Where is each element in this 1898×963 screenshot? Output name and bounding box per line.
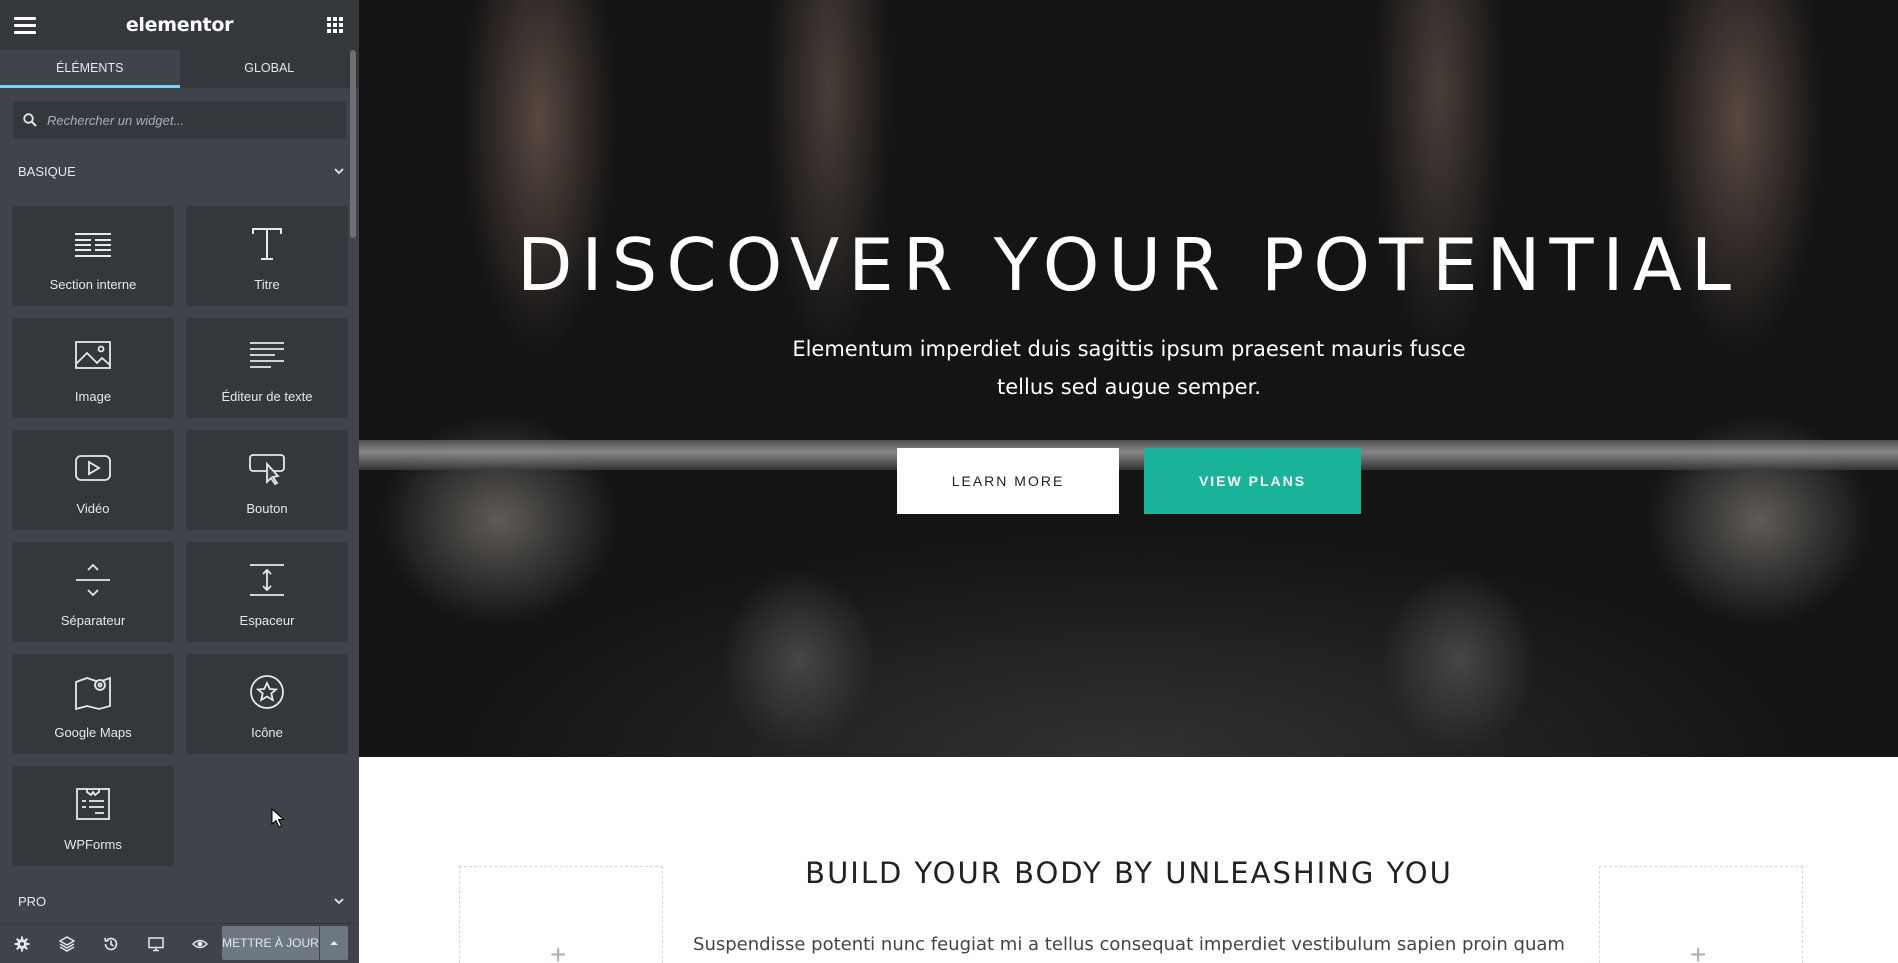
- settings-gear-icon[interactable]: [14, 936, 30, 952]
- panel-scrollbar[interactable]: [350, 50, 356, 238]
- widget-icon[interactable]: Icône: [186, 654, 348, 754]
- tab-global[interactable]: GLOBAL: [179, 50, 359, 88]
- widget-label: Espaceur: [239, 613, 295, 628]
- widget-label: Google Maps: [54, 725, 132, 740]
- map-icon: [75, 676, 111, 710]
- chevron-down-icon: [334, 168, 344, 175]
- widget-search: [13, 101, 346, 139]
- add-element-plus-icon[interactable]: +: [1690, 941, 1706, 963]
- history-icon[interactable]: [103, 936, 119, 952]
- add-element-plus-icon[interactable]: +: [550, 941, 566, 963]
- widget-heading[interactable]: Titre: [186, 206, 348, 306]
- widget-label: WPForms: [64, 837, 122, 852]
- widget-label: Vidéo: [76, 501, 110, 516]
- divider-icon: [76, 563, 110, 597]
- widget-label: Bouton: [246, 501, 288, 516]
- widget-video[interactable]: Vidéo: [12, 430, 174, 530]
- widget-image[interactable]: Image: [12, 318, 174, 418]
- learn-more-button[interactable]: LEARN MORE: [897, 448, 1119, 514]
- widget-button[interactable]: Bouton: [186, 430, 348, 530]
- hero-title: DISCOVER YOUR POTENTIAL: [516, 223, 1741, 307]
- editor-canvas: DISCOVER YOUR POTENTIAL Elementum imperd…: [359, 0, 1898, 963]
- hero-section[interactable]: DISCOVER YOUR POTENTIAL Elementum imperd…: [359, 0, 1898, 757]
- empty-column-left: +: [459, 866, 663, 963]
- section-title: BUILD YOUR BODY BY UNLEASHING YOU: [805, 856, 1453, 890]
- text-editor-icon: [250, 342, 284, 368]
- category-pro-toggle[interactable]: PRO: [18, 894, 344, 909]
- hero-subtitle: Elementum imperdiet duis sagittis ipsum …: [792, 337, 1466, 399]
- barbell-graphic: [359, 440, 1898, 470]
- widget-wpforms[interactable]: WPForms: [12, 766, 174, 866]
- widgets-grid-icon[interactable]: [327, 17, 343, 33]
- panel-tabs: ÉLÉMENTS GLOBAL: [0, 50, 359, 88]
- spacer-icon: [250, 564, 284, 596]
- image-icon: [75, 341, 111, 369]
- hamburger-menu-icon[interactable]: [14, 17, 36, 34]
- widget-google-maps[interactable]: Google Maps: [12, 654, 174, 754]
- preview-eye-icon[interactable]: [192, 936, 208, 952]
- panel-header: elementor: [0, 0, 359, 50]
- widget-label: Titre: [254, 277, 280, 292]
- elementor-logo: elementor: [125, 14, 234, 36]
- caret-up-icon: [330, 941, 338, 945]
- empty-column-right: +: [1599, 866, 1803, 963]
- elementor-panel: elementor ÉLÉMENTS GLOBAL BASIQUE Sectio…: [0, 0, 359, 963]
- mouse-cursor-icon: [271, 808, 285, 828]
- widget-label: Image: [74, 389, 112, 404]
- widget-label: Section interne: [49, 277, 137, 292]
- search-input[interactable]: [45, 111, 339, 129]
- widget-text-editor[interactable]: Éditeur de texte: [186, 318, 348, 418]
- widget-label: Séparateur: [60, 613, 126, 628]
- update-button[interactable]: METTRE À JOUR: [222, 926, 319, 960]
- video-icon: [75, 455, 111, 481]
- widget-inner-section[interactable]: Section interne: [12, 206, 174, 306]
- widget-divider[interactable]: Séparateur: [12, 542, 174, 642]
- widget-label: Éditeur de texte: [221, 389, 313, 404]
- section-text: Suspendisse potenti nunc feugiat mi a te…: [693, 934, 1565, 955]
- view-plans-button[interactable]: VIEW PLANS: [1144, 448, 1361, 514]
- widget-spacer[interactable]: Espaceur: [186, 542, 348, 642]
- search-icon: [23, 113, 37, 127]
- inner-section-icon: [75, 233, 111, 257]
- chevron-down-icon: [334, 898, 344, 905]
- tab-elements[interactable]: ÉLÉMENTS: [0, 50, 180, 88]
- widget-label: Icône: [251, 725, 283, 740]
- layers-icon[interactable]: [59, 936, 75, 952]
- category-pro-label: PRO: [18, 894, 47, 909]
- category-basic-label: BASIQUE: [18, 164, 76, 179]
- category-basic-toggle[interactable]: BASIQUE: [18, 164, 344, 179]
- star-icon: [250, 675, 284, 709]
- heading-icon: [252, 228, 282, 260]
- button-icon: [249, 454, 285, 486]
- wpforms-icon: [76, 788, 110, 820]
- update-options-button[interactable]: [320, 926, 348, 960]
- responsive-desktop-icon[interactable]: [148, 936, 164, 952]
- widget-grid: Section interne Titre Image Éditeur de t…: [12, 206, 348, 866]
